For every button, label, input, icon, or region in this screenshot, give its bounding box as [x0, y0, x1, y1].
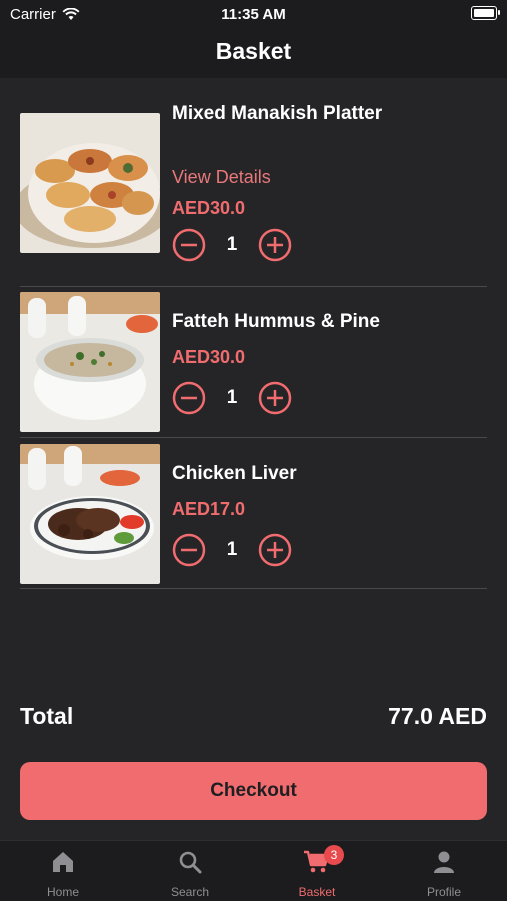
chicken-liver-photo — [20, 444, 160, 584]
tab-basket[interactable]: 3 Basket — [254, 841, 380, 901]
tab-profile[interactable]: Profile — [381, 841, 507, 901]
minus-icon — [172, 228, 206, 262]
fatteh-photo — [20, 292, 160, 432]
quantity-value: 1 — [226, 234, 238, 255]
navigation-bar: Carrier 11:35 AM Basket — [0, 0, 507, 78]
basket-item: Fatteh Hummus & Pine AED30.0 1 — [20, 287, 487, 438]
tab-label: Basket — [298, 885, 336, 899]
tab-search[interactable]: Search — [127, 841, 253, 901]
plus-icon — [258, 533, 292, 567]
increase-button[interactable] — [258, 228, 292, 262]
total-label: Total — [20, 703, 74, 729]
item-name: Mixed Manakish Platter — [172, 103, 383, 124]
decrease-button[interactable] — [172, 381, 206, 415]
tab-bar: Home Search 3 Basket Profile — [0, 840, 507, 901]
increase-button[interactable] — [258, 381, 292, 415]
minus-icon — [172, 381, 206, 415]
item-price: AED30.0 — [172, 347, 246, 367]
quantity-stepper: 1 — [172, 533, 292, 567]
battery-icon — [471, 6, 500, 20]
plus-icon — [258, 381, 292, 415]
item-price: AED17.0 — [172, 499, 246, 519]
item-name: Chicken Liver — [172, 463, 297, 484]
tab-home[interactable]: Home — [0, 841, 126, 901]
checkout-button[interactable]: Checkout — [20, 762, 487, 820]
quantity-stepper: 1 — [172, 228, 292, 262]
tab-label: Home — [46, 885, 79, 899]
item-name: Fatteh Hummus & Pine — [172, 311, 380, 332]
cart-badge: 3 — [324, 845, 344, 865]
item-price: AED30.0 — [172, 198, 246, 218]
tab-label: Search — [170, 885, 210, 899]
quantity-value: 1 — [226, 539, 238, 560]
manakish-photo — [20, 113, 160, 253]
search-icon — [179, 851, 202, 874]
profile-icon — [434, 851, 454, 873]
quantity-value: 1 — [226, 387, 238, 408]
basket-item: Chicken Liver AED17.0 1 — [20, 438, 487, 589]
tab-label: Profile — [426, 885, 461, 899]
total-value: 77.0 AED — [388, 703, 487, 729]
decrease-button[interactable] — [172, 228, 206, 262]
plus-icon — [258, 228, 292, 262]
minus-icon — [172, 533, 206, 567]
quantity-stepper: 1 — [172, 381, 292, 415]
decrease-button[interactable] — [172, 533, 206, 567]
view-details-link[interactable]: View Details — [172, 167, 271, 188]
page-title: Basket — [215, 38, 292, 64]
home-icon — [53, 852, 73, 872]
increase-button[interactable] — [258, 533, 292, 567]
basket-item: Mixed Manakish Platter View Details AED3… — [20, 103, 487, 287]
status-time: 11:35 AM — [221, 6, 286, 23]
